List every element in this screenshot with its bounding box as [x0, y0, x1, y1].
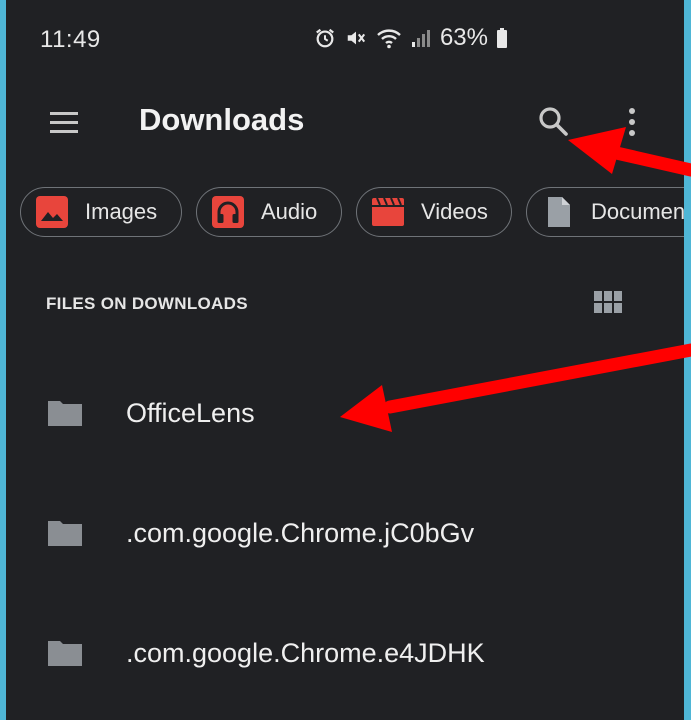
- battery-percent: 63%: [439, 24, 488, 51]
- page-title: Downloads: [139, 102, 305, 137]
- wifi-icon: [377, 29, 401, 49]
- status-bar: 11:49 63%: [6, 0, 684, 80]
- chip-videos[interactable]: Videos: [356, 187, 512, 237]
- app-bar: Downloads: [6, 80, 684, 168]
- file-row-chrome-1[interactable]: .com.google.Chrome.jC0bGv: [6, 472, 684, 592]
- file-name: OfficeLens: [126, 398, 255, 428]
- chip-audio[interactable]: Audio: [196, 187, 342, 237]
- file-list: OfficeLens .com.google.Chrome.jC0bGv .co…: [6, 352, 684, 712]
- status-icons: 63%: [314, 24, 508, 52]
- section-header: FILES ON DOWNLOADS: [46, 294, 248, 313]
- more-vert-icon[interactable]: [618, 104, 646, 140]
- chip-label: Documents: [591, 199, 684, 224]
- app-screen: 11:49 63% Downloads Images Audio Videos …: [6, 0, 684, 720]
- search-icon[interactable]: [536, 104, 572, 140]
- battery-icon: [497, 28, 507, 48]
- signal-icon: [411, 30, 430, 47]
- folder-icon: [48, 641, 82, 666]
- chip-label: Audio: [261, 199, 318, 224]
- menu-icon[interactable]: [46, 108, 82, 138]
- category-chips: Images Audio Videos Documents: [20, 187, 684, 241]
- mute-icon: [347, 31, 366, 45]
- document-icon: [548, 197, 570, 227]
- file-name: .com.google.Chrome.e4JDHK: [126, 638, 485, 668]
- video-icon: [372, 197, 404, 226]
- folder-icon: [48, 401, 82, 426]
- file-row-chrome-2[interactable]: .com.google.Chrome.e4JDHK: [6, 592, 684, 712]
- chip-images[interactable]: Images: [20, 187, 182, 237]
- headphones-icon: [212, 196, 244, 228]
- status-time: 11:49: [40, 26, 101, 53]
- file-row-officelens[interactable]: OfficeLens: [6, 352, 684, 472]
- chip-documents[interactable]: Documents: [526, 187, 684, 237]
- file-name: .com.google.Chrome.jC0bGv: [126, 518, 475, 548]
- folder-icon: [48, 521, 82, 546]
- image-icon: [36, 196, 68, 228]
- grid-view-icon[interactable]: [594, 291, 624, 315]
- alarm-icon: [316, 28, 334, 48]
- chip-label: Images: [85, 199, 158, 224]
- chip-label: Videos: [421, 199, 488, 224]
